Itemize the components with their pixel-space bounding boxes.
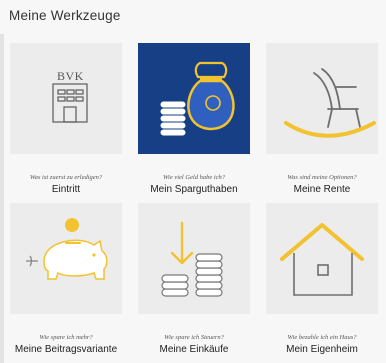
tool-label: Eintritt	[51, 184, 81, 195]
money-bag-coins-icon	[159, 61, 235, 137]
tool-question: Wie spare ich Steuern?	[164, 334, 224, 341]
tile-image	[138, 43, 250, 154]
section-title: Meine Werkzeuge	[9, 8, 121, 23]
tile-image	[266, 203, 378, 314]
tool-question: Was ist zuerst zu erledigen?	[29, 174, 103, 181]
panel-left-edge	[0, 34, 4, 363]
tile-image	[266, 43, 378, 154]
tool-question: Was sind meine Optionen?	[287, 174, 357, 181]
tool-question: Wie viel Geld habe ich?	[162, 174, 226, 181]
tool-label: Meine Rente	[293, 184, 351, 195]
tile-image: BVK	[10, 43, 122, 154]
tool-question: Wie spare ich mehr?	[39, 334, 93, 341]
tool-tile-eigenheim[interactable]: Wie bezahle ich ein Haus? Mein Eigenheim	[266, 203, 378, 356]
piggy-bank-icon	[26, 218, 108, 280]
tool-label: Mein Eigenheim	[286, 344, 358, 355]
house-icon	[280, 223, 364, 296]
tool-tile-beitragsvariante[interactable]: Wie spare ich mehr? Meine Beitragsvarian…	[10, 203, 122, 356]
tool-label: Meine Beitragsvariante	[14, 344, 118, 355]
tool-question: Wie bezahle ich ein Haus?	[287, 334, 357, 341]
bvk-logo-text: BVK	[57, 69, 84, 83]
tool-tile-einkaeufe[interactable]: Wie spare ich Steuern? Meine Einkäufe	[138, 203, 250, 356]
bvk-building-icon: BVK	[52, 69, 88, 123]
tool-tile-sparguthaben[interactable]: Wie viel Geld habe ich? Mein Sparguthabe…	[138, 43, 250, 196]
tools-panel: Meine Werkzeuge BVK Was ist zuerst zu er…	[0, 0, 386, 363]
rocking-chair-icon	[284, 68, 376, 138]
tool-label: Mein Sparguthaben	[150, 184, 238, 195]
tile-image	[138, 203, 250, 314]
tool-label: Meine Einkäufe	[159, 344, 229, 355]
coins-arrow-icon	[161, 221, 223, 297]
tool-tile-eintritt[interactable]: BVK Was ist zuerst zu erledigen? Eintrit…	[10, 43, 122, 196]
tool-tile-rente[interactable]: Was sind meine Optionen? Meine Rente	[266, 43, 378, 196]
tile-image	[10, 203, 122, 314]
